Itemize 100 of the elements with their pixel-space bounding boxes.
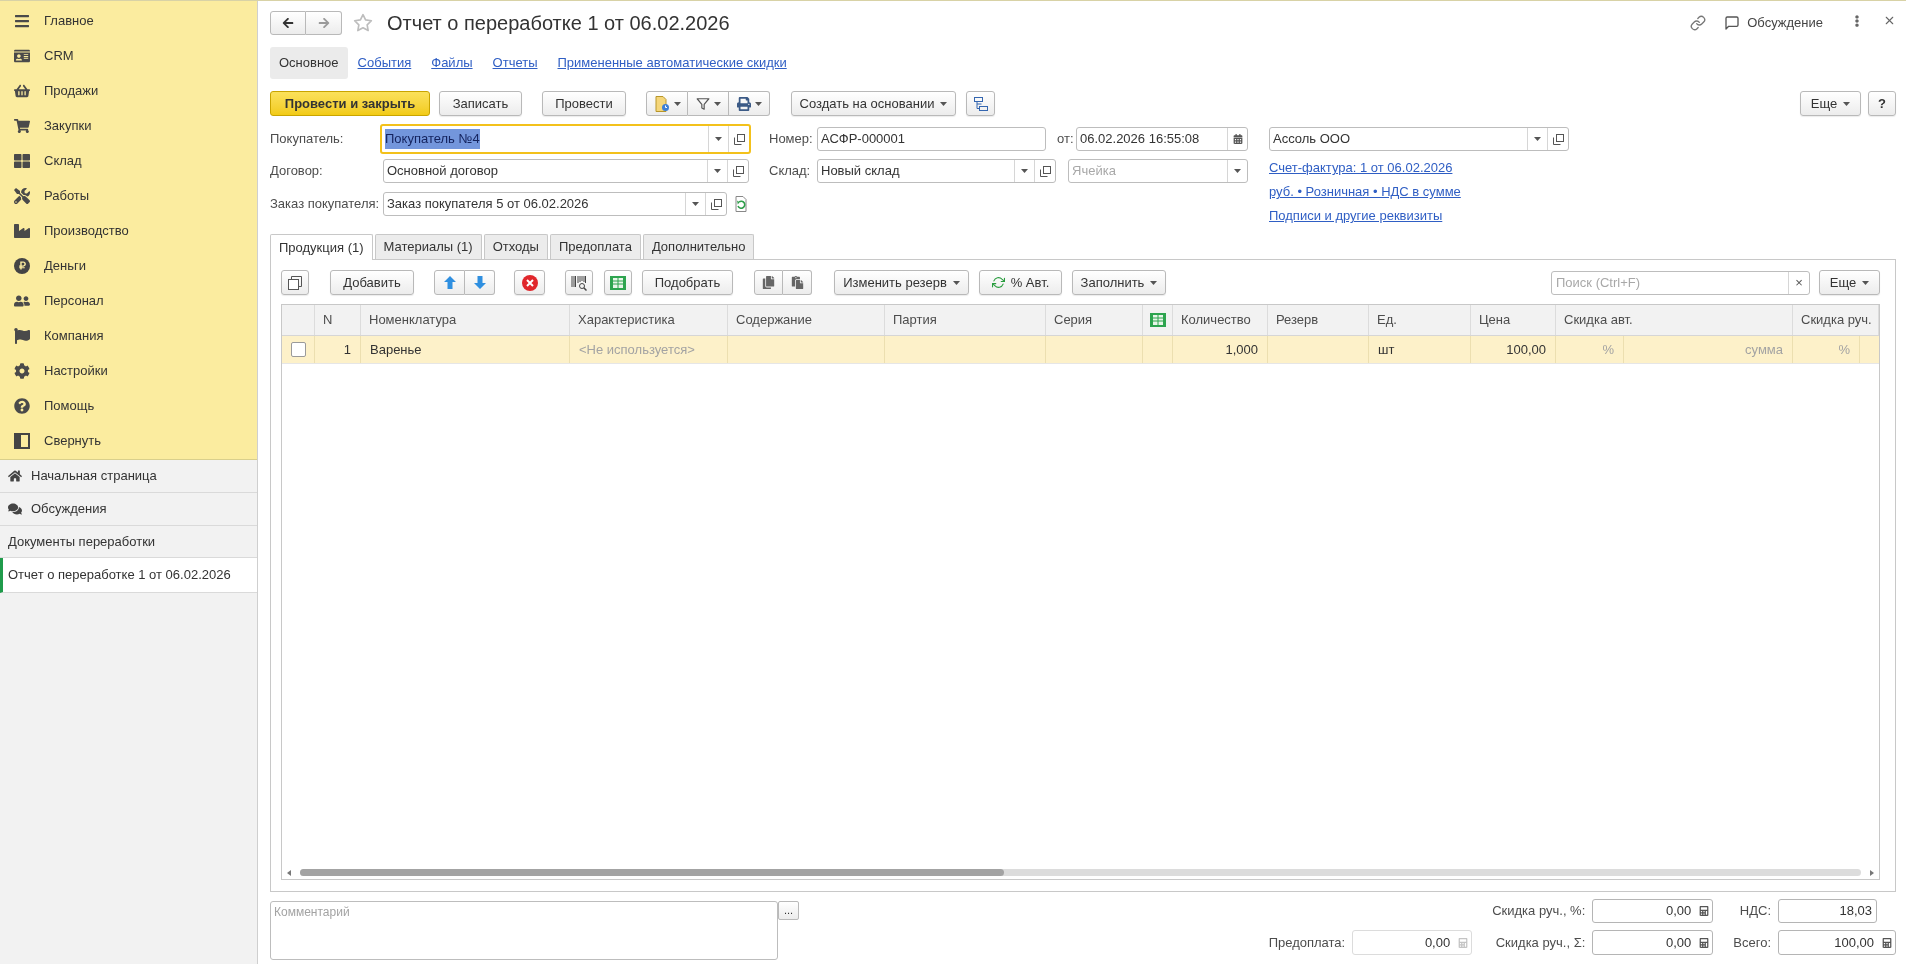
pick-button[interactable]: Подобрать	[642, 270, 733, 295]
sidebar-item[interactable]: Производство	[0, 213, 257, 248]
reports-button[interactable]	[646, 91, 688, 116]
sidebar-item[interactable]: Деньги	[0, 248, 257, 283]
copy-button[interactable]	[754, 270, 783, 295]
save-button[interactable]: Записать	[439, 91, 522, 116]
sidebar-item[interactable]: Работы	[0, 178, 257, 213]
scroll-right-icon[interactable]	[1870, 869, 1874, 876]
help-button[interactable]: ?	[1868, 91, 1896, 116]
stack-button[interactable]	[281, 270, 309, 295]
amount-field[interactable]: 0,00	[1592, 899, 1714, 923]
form-tab[interactable]: События	[347, 47, 422, 79]
scrollbar-thumb[interactable]	[300, 869, 1004, 876]
table-tab[interactable]: Отходы	[483, 234, 548, 259]
caret-icon	[952, 280, 960, 285]
amount-field[interactable]: 100,00	[1778, 930, 1896, 955]
post-and-close-button[interactable]: Провести и закрыть	[270, 91, 430, 116]
sidebar-item[interactable]: Закупки	[0, 108, 257, 143]
move-up-button[interactable]	[434, 270, 465, 295]
sidebar-item[interactable]: Настройки	[0, 353, 257, 388]
sidebar-link[interactable]: Начальная страница	[0, 460, 257, 493]
paste-button[interactable]	[783, 270, 812, 295]
move-down-button[interactable]	[465, 270, 495, 295]
spreadsheet-icon	[610, 275, 626, 290]
open-window-item[interactable]: Отчет о переработке 1 от 06.02.2026	[0, 558, 257, 593]
add-button[interactable]: Добавить	[330, 270, 414, 295]
field-label: Скидка руч., Σ:	[1495, 933, 1586, 952]
sidebar-item[interactable]: Свернуть	[0, 423, 257, 458]
column-header[interactable]: Скидка руч.	[1793, 310, 1872, 330]
spreadsheet-button[interactable]	[604, 270, 632, 295]
search-field[interactable]: Поиск (Ctrl+F) ×	[1551, 270, 1810, 295]
organization-field[interactable]: Ассоль ООО	[1269, 127, 1569, 151]
more-button[interactable]: Еще	[1819, 270, 1880, 295]
warehouse-field[interactable]: Новый склад	[817, 159, 1056, 183]
star-icon[interactable]	[353, 13, 373, 33]
date-field[interactable]: 06.02.2026 16:55:08	[1076, 127, 1248, 151]
discussion-button[interactable]: Обсуждение	[1724, 13, 1823, 33]
scroll-left-icon[interactable]	[287, 869, 291, 876]
form-tab[interactable]: Основное	[270, 47, 348, 79]
column-header[interactable]: N	[315, 310, 333, 330]
sidebar-item[interactable]: Склад	[0, 143, 257, 178]
column-header[interactable]: Характеристика	[570, 310, 675, 330]
sidebar-item[interactable]: Продажи	[0, 73, 257, 108]
sidebar-item[interactable]: Персонал	[0, 283, 257, 318]
structure-button[interactable]	[966, 91, 995, 116]
change-reserve-button[interactable]: Изменить резерв	[834, 270, 969, 295]
field-label: Номер:	[769, 131, 813, 147]
table-tab[interactable]: Предоплата	[549, 234, 641, 259]
number-field[interactable]: АСФР-000001	[817, 127, 1046, 151]
column-header[interactable]: Партия	[885, 310, 937, 330]
link[interactable]: Счет-фактура: 1 от 06.02.2026	[1269, 158, 1453, 178]
amount-field[interactable]: 18,03	[1778, 899, 1877, 923]
link[interactable]: Подписи и другие реквизиты	[1269, 206, 1443, 226]
id-card-icon	[14, 47, 30, 64]
clear-button[interactable]: ×	[1788, 271, 1809, 294]
comment-more-button[interactable]: ...	[778, 901, 799, 920]
scrollbar-track[interactable]	[300, 869, 1861, 876]
flag-icon	[14, 327, 30, 344]
arrow-up-icon	[443, 276, 456, 289]
sidebar-item[interactable]: Компания	[0, 318, 257, 353]
form-tab[interactable]: Файлы	[421, 47, 483, 79]
print-button[interactable]	[729, 91, 770, 116]
auto-discounts-button[interactable]: % Авт.	[979, 270, 1062, 295]
link[interactable]: руб. • Розничная • НДС в сумме	[1269, 182, 1461, 202]
contract-field[interactable]: Основной договор	[383, 159, 749, 183]
sidebar-link[interactable]: Обсуждения	[0, 493, 257, 526]
form-tab[interactable]: Отчеты	[482, 47, 548, 79]
table-tab[interactable]: Продукция (1)	[270, 234, 373, 260]
column-header[interactable]: Содержание	[728, 310, 812, 330]
create-based-on-button[interactable]: Создать на основании	[791, 91, 956, 116]
column-header[interactable]: Серия	[1046, 310, 1093, 330]
fill-button[interactable]: Заполнить	[1072, 270, 1166, 295]
table-tab[interactable]: Дополнительно	[642, 234, 755, 259]
spreadsheet-icon	[1149, 313, 1166, 327]
post-button[interactable]: Провести	[542, 91, 626, 116]
order-field[interactable]: Заказ покупателя 5 от 06.02.2026	[383, 192, 727, 216]
link-icon[interactable]	[1690, 15, 1707, 31]
sidebar-item[interactable]: Помощь	[0, 388, 257, 423]
document-arrow-icon[interactable]	[733, 196, 749, 212]
delete-button[interactable]	[514, 270, 545, 295]
column-header[interactable]: Резерв	[1268, 310, 1319, 330]
column-header[interactable]: Цена	[1471, 310, 1511, 330]
more-button[interactable]: Еще	[1800, 91, 1861, 116]
buyer-field[interactable]: Покупатель №4	[380, 124, 751, 154]
sidebar-item[interactable]: Главное	[0, 3, 257, 38]
column-header[interactable]: Ед.	[1369, 310, 1397, 330]
column-header[interactable]: Скидка авт.	[1556, 310, 1633, 330]
back-button[interactable]	[270, 11, 306, 35]
column-header[interactable]: Количество	[1173, 310, 1251, 330]
checkbox[interactable]	[290, 342, 306, 357]
calculator-icon	[1698, 906, 1709, 916]
table-row[interactable]: 1 Варенье <Не используется> 1,000 шт 100,00 % сумма %	[282, 336, 1879, 364]
form-tab[interactable]: Примененные автоматические скидки	[547, 47, 797, 79]
column-header[interactable]: Номенклатура	[361, 310, 457, 330]
barcode-button[interactable]	[565, 270, 593, 295]
table-tab[interactable]: Материалы (1)	[374, 234, 482, 259]
filter-button[interactable]	[688, 91, 729, 116]
sidebar-item[interactable]: CRM	[0, 38, 257, 73]
comment-field[interactable]: Комментарий	[270, 901, 778, 960]
amount-field[interactable]: 0,00	[1592, 930, 1714, 955]
